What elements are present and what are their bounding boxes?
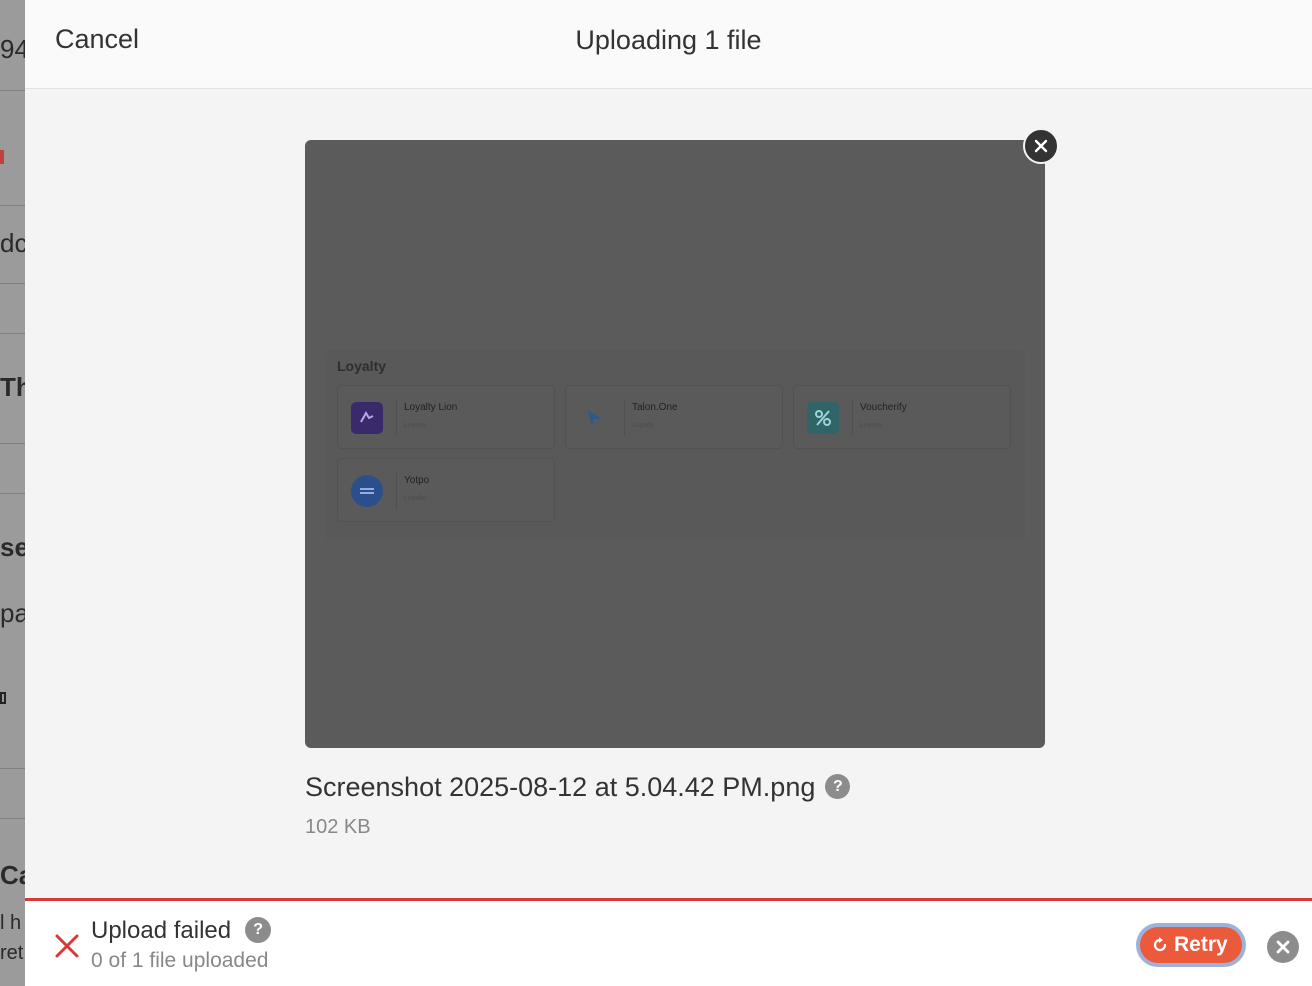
yotpo-logo: [351, 475, 383, 507]
voucherify-logo: [807, 402, 839, 434]
preview-card: Talon.One Loyalty: [565, 385, 783, 449]
file-name-row: Screenshot 2025-08-12 at 5.04.42 PM.png?: [305, 772, 851, 803]
status-help-icon[interactable]: ?: [245, 916, 272, 943]
background-mark: [0, 150, 4, 164]
preview-image: Loyalty Loyalty Lion Loyalty Talon.One L…: [325, 350, 1025, 540]
close-icon: [1034, 139, 1048, 153]
retry-icon: [1153, 937, 1167, 952]
status-title-row: Upload failed?: [91, 916, 272, 945]
background-text: l h: [0, 912, 22, 934]
loyalty-lion-logo: [351, 402, 383, 434]
card-category: Loyalty: [404, 422, 427, 429]
status-subtitle: 0 of 1 file uploaded: [91, 949, 269, 972]
modal-title: Uploading 1 file: [575, 25, 762, 55]
close-icon: [1276, 940, 1290, 954]
card-divider: [624, 400, 625, 436]
background-text: ret: [0, 942, 24, 964]
card-name: Loyalty Lion: [404, 402, 458, 413]
card-divider: [852, 400, 853, 436]
retry-button[interactable]: Retry: [1140, 927, 1242, 963]
modal-header: Cancel Uploading 1 file: [25, 0, 1312, 89]
upload-modal: Cancel Uploading 1 file Loyalty Loyalty …: [25, 0, 1312, 986]
card-name: Yotpo: [404, 475, 430, 486]
preview-card: Yotpo Loyalty: [337, 458, 555, 522]
upload-status-bar: Upload failed? 0 of 1 file uploaded Retr…: [25, 898, 1312, 986]
card-name: Voucherify: [860, 402, 907, 413]
talon-one-logo: [579, 402, 611, 434]
card-divider: [396, 473, 397, 509]
background-text: dc: [0, 228, 28, 258]
card-category: Loyalty: [632, 422, 655, 429]
preview-card: Voucherify Loyalty: [793, 385, 1011, 449]
card-name: Talon.One: [632, 402, 678, 413]
preview-section-title: Loyalty: [337, 358, 387, 374]
status-title: Upload failed: [91, 917, 232, 944]
card-category: Loyalty: [860, 422, 883, 429]
retry-label: Retry: [1174, 933, 1228, 956]
card-divider: [396, 400, 397, 436]
remove-file-button[interactable]: [1023, 128, 1059, 164]
error-x-icon: [55, 934, 79, 958]
file-preview: Loyalty Loyalty Lion Loyalty Talon.One L…: [305, 140, 1045, 748]
file-size: 102 KB: [305, 816, 371, 838]
file-help-icon[interactable]: ?: [825, 774, 851, 800]
preview-card: Loyalty Lion Loyalty: [337, 385, 555, 449]
background-mark: [0, 692, 6, 704]
dismiss-button[interactable]: [1267, 931, 1299, 963]
card-category: Loyalty: [404, 495, 427, 502]
file-name: Screenshot 2025-08-12 at 5.04.42 PM.png: [305, 772, 816, 802]
